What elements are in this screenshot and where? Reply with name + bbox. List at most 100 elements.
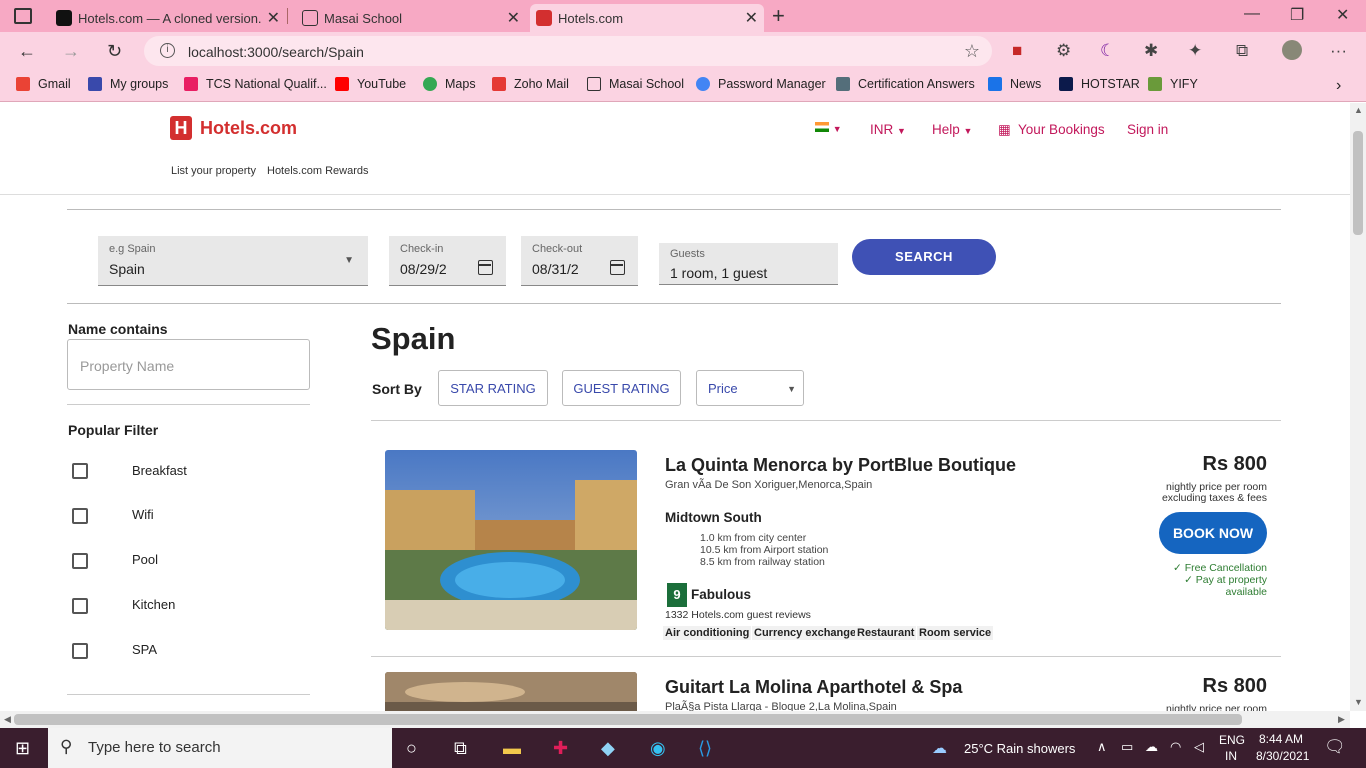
calendar-icon[interactable] [610,260,625,275]
price-note: nightly price per room [1166,703,1267,711]
onedrive-icon[interactable]: ☁ [1145,739,1158,755]
hotel-name[interactable]: La Quinta Menorca by PortBlue Boutique [665,455,1016,476]
tab-hotels-active[interactable]: Hotels.com ✕ [530,4,764,32]
destination-select[interactable]: e.g Spain Spain ▼ [98,236,368,286]
language-indicator[interactable]: ENG [1219,733,1245,747]
sort-star-rating-button[interactable]: STAR RATING [438,370,548,406]
property-name-input[interactable]: Property Name [67,339,310,390]
bookmark-my-groups[interactable]: My groups [88,77,168,91]
bookmark-youtube[interactable]: YouTube [335,77,406,91]
sort-guest-rating-button[interactable]: GUEST RATING [562,370,681,406]
more-bookmarks-icon[interactable]: › [1336,77,1341,95]
wifi-checkbox[interactable] [72,508,88,524]
kitchen-checkbox[interactable] [72,598,88,614]
scroll-right-icon[interactable]: ▶ [1338,714,1345,725]
tab-hotels-clone[interactable]: Hotels.com — A cloned version. ✕ [50,4,286,32]
bookmark-label: TCS National Qualif... [206,77,327,91]
bookmark-certification[interactable]: Certification Answers [836,77,975,91]
profile-avatar[interactable] [1282,40,1302,60]
volume-icon[interactable]: ◁ [1194,739,1204,755]
sort-price-select[interactable]: Price ▼ [696,370,804,406]
back-icon[interactable]: ← [18,41,36,62]
taskbar-search[interactable]: ⚲ Type here to search [48,728,392,768]
dark-mode-icon[interactable]: ☾ [1100,41,1115,61]
clock-time[interactable]: 8:44 AM [1259,732,1303,746]
address-bar[interactable]: i localhost:3000/search/Spain ☆ [144,36,992,66]
tab-divider [287,8,288,24]
language-flag-dropdown[interactable]: ▼ [815,120,842,135]
windows-start-icon[interactable]: ⊞ [15,738,30,759]
breakfast-checkbox[interactable] [72,463,88,479]
bookmark-masai[interactable]: Masai School [587,77,684,91]
tab-masai-school[interactable]: Masai School ✕ [296,4,526,32]
scroll-up-icon[interactable]: ▲ [1354,105,1363,115]
extensions-puzzle-icon[interactable]: ✦ [1188,41,1202,61]
maximize-icon[interactable]: ❐ [1290,5,1304,25]
cortana-icon[interactable]: ○ [406,738,417,759]
bookmark-tcs[interactable]: TCS National Qualif... [184,77,327,91]
hotel-image[interactable] [385,672,637,711]
file-explorer-icon[interactable]: ▬ [503,738,521,759]
chevron-down-icon: ▼ [832,124,842,134]
bookmark-label: Certification Answers [858,77,975,91]
bookmark-yify[interactable]: YIFY [1148,77,1198,91]
divider [67,404,310,405]
close-tab-icon[interactable]: ✕ [745,8,758,28]
scroll-thumb[interactable] [14,714,1242,725]
info-icon[interactable]: i [160,43,175,58]
notifications-icon[interactable]: 🗨 [1324,737,1346,757]
tab-actions-icon[interactable] [14,8,32,24]
bookmark-gmail[interactable]: Gmail [16,77,71,91]
search-button[interactable]: SEARCH [852,239,996,275]
wifi-icon[interactable]: ◠ [1170,739,1181,755]
close-tab-icon[interactable]: ✕ [507,8,520,28]
extension-icon[interactable]: ■ [1012,41,1022,61]
scroll-down-icon[interactable]: ▼ [1354,697,1363,707]
checkout-date-input[interactable]: Check-out 08/31/2 [521,236,638,286]
edge-browser-icon[interactable]: ◉ [650,738,666,759]
your-bookings-link[interactable]: ▦ Your Bookings [998,122,1105,138]
favorite-star-icon[interactable]: ☆ [964,41,980,62]
currency-dropdown[interactable]: INR ▼ [870,122,906,137]
robot-extension-icon[interactable]: ⚙ [1056,41,1071,61]
hotel-image[interactable] [385,450,637,630]
bookmark-news[interactable]: News [988,77,1041,91]
refresh-icon[interactable]: ↻ [107,41,122,62]
bug-extension-icon[interactable]: ✱ [1144,41,1158,61]
guests-input[interactable]: Guests 1 room, 1 guest [659,243,838,285]
bookmark-password-manager[interactable]: Password Manager [696,77,826,91]
rewards-link[interactable]: Hotels.com Rewards [267,165,368,177]
vscode-icon[interactable]: ⟨⟩ [698,738,712,759]
weather-text[interactable]: 25°C Rain showers [964,741,1075,756]
vertical-scrollbar[interactable]: ▲ ▼ [1350,103,1366,711]
new-tab-icon[interactable]: + [772,3,785,29]
book-now-button[interactable]: BOOK NOW [1159,512,1267,554]
scroll-left-icon[interactable]: ◀ [4,714,11,725]
pool-checkbox[interactable] [72,553,88,569]
horizontal-scrollbar[interactable]: ◀ ▶ [0,711,1350,728]
close-window-icon[interactable]: ✕ [1336,5,1349,25]
collections-icon[interactable]: ⧉ [1236,41,1248,61]
task-view-icon[interactable]: ⧉ [454,738,467,759]
bookmark-zoho[interactable]: Zoho Mail [492,77,569,91]
forward-icon[interactable]: → [62,41,80,62]
battery-icon[interactable]: ▭ [1121,739,1133,755]
close-tab-icon[interactable]: ✕ [267,8,280,28]
notes-app-icon[interactable]: ◆ [601,738,615,759]
spa-checkbox[interactable] [72,643,88,659]
calendar-icon[interactable] [478,260,493,275]
hotels-logo[interactable]: H Hotels.com [170,116,297,140]
tray-chevron-icon[interactable]: ∧ [1097,739,1107,755]
checkin-date-input[interactable]: Check-in 08/29/2 [389,236,506,286]
help-dropdown[interactable]: Help ▼ [932,122,972,137]
hotel-name[interactable]: Guitart La Molina Aparthotel & Spa [665,677,962,698]
scroll-thumb[interactable] [1353,131,1363,235]
minimize-icon[interactable]: — [1244,5,1260,23]
bookmark-hotstar[interactable]: HOTSTAR [1059,77,1140,91]
bookmark-maps[interactable]: Maps [423,77,476,91]
maps-icon [423,77,437,91]
more-menu-icon[interactable]: ··· [1330,41,1347,61]
sign-in-link[interactable]: Sign in [1127,122,1168,137]
list-property-link[interactable]: List your property [171,165,256,177]
slack-icon[interactable]: ✚ [553,738,568,759]
